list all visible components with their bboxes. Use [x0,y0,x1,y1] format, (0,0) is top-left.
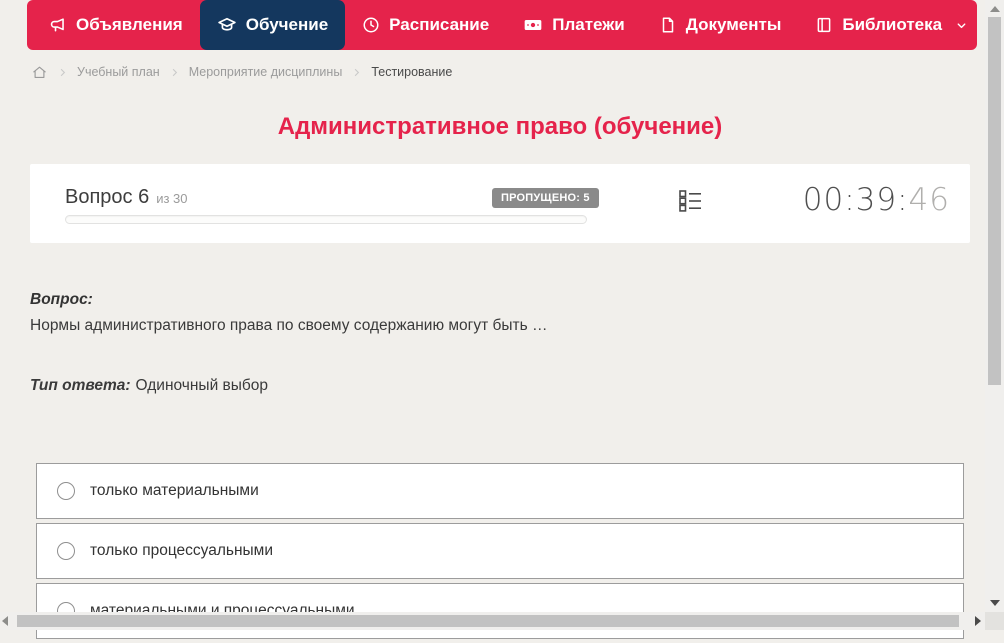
scroll-up-arrow-icon[interactable] [990,6,1000,12]
question-text: Нормы административного права по своему … [30,317,548,334]
clock-icon [362,16,380,34]
timer-seconds: 46 [908,182,950,218]
nav-item-documents[interactable]: Документы [642,0,799,50]
answer-option-2[interactable]: только процессуальными [36,523,964,579]
chevron-right-icon [169,67,180,78]
radio-button-icon[interactable] [57,482,75,500]
page-title: Административное право (обучение) [277,113,723,140]
home-icon[interactable] [31,64,48,81]
timer-main: 00:39: [802,182,909,218]
question-list-icon [676,187,704,220]
chevron-right-icon [57,67,68,78]
timer: 00:39:46 [803,182,950,218]
answer-type-line: Тип ответа: Одиночный выбор [30,377,268,395]
answer-option-label: только материальными [90,482,259,499]
horizontal-scrollbar-thumb[interactable] [17,615,959,627]
scroll-right-arrow-icon[interactable] [975,616,981,626]
nav-item-training[interactable]: Обучение [199,0,346,50]
nav-item-label: Обучение [245,15,329,34]
breadcrumb-discipline-event[interactable]: Мероприятие дисциплины [189,65,343,79]
book-icon [815,16,833,34]
question-list-button[interactable] [675,188,705,218]
nav-item-label: Объявления [76,15,183,34]
question-counter: Вопрос 6 из 30 [65,186,188,209]
skipped-badge: ПРОПУЩЕНО: 5 [492,188,599,208]
chevron-down-icon [955,19,968,32]
question-heading: Вопрос: [30,291,93,308]
graduation-cap-icon [217,15,237,35]
vertical-scrollbar[interactable] [985,0,1004,612]
nav-item-library[interactable]: Библиотека [798,0,985,50]
progress-bar [65,215,587,224]
breadcrumb-study-plan[interactable]: Учебный план [77,65,160,79]
breadcrumb: Учебный план Мероприятие дисциплины Тест… [31,62,452,82]
scrollbar-corner [985,612,1004,630]
megaphone-icon [48,16,67,35]
nav-item-label: Библиотека [842,15,943,34]
answer-type-value: Одиночный выбор [135,377,269,394]
horizontal-scrollbar[interactable] [0,612,985,630]
scroll-left-arrow-icon[interactable] [2,616,8,626]
chevron-right-icon [351,67,362,78]
scroll-down-arrow-icon[interactable] [990,600,1000,606]
radio-button-icon[interactable] [57,542,75,560]
main-nav: Объявления Обучение Расписание Платежи Д… [27,0,977,50]
nav-item-label: Платежи [552,15,625,34]
question-total: из 30 [156,191,188,206]
nav-item-schedule[interactable]: Расписание [345,0,506,50]
document-icon [659,16,677,34]
nav-item-payments[interactable]: Платежи [506,0,642,50]
quiz-status-card: Вопрос 6 из 30 ПРОПУЩЕНО: 5 00:39:46 [30,164,970,243]
answer-option-3[interactable]: материальными и процессуальными [36,583,964,639]
question-number: Вопрос 6 [65,186,150,208]
banknote-icon [523,15,543,35]
nav-item-label: Расписание [389,15,490,34]
answer-option-label: только процессуальными [90,542,273,559]
nav-item-label: Документы [685,15,782,34]
nav-item-announcements[interactable]: Объявления [31,0,200,50]
breadcrumb-testing: Тестирование [371,65,453,79]
vertical-scrollbar-thumb[interactable] [988,17,1001,385]
answer-option-1[interactable]: только материальными [36,463,964,519]
answer-type-label: Тип ответа: [30,377,131,394]
